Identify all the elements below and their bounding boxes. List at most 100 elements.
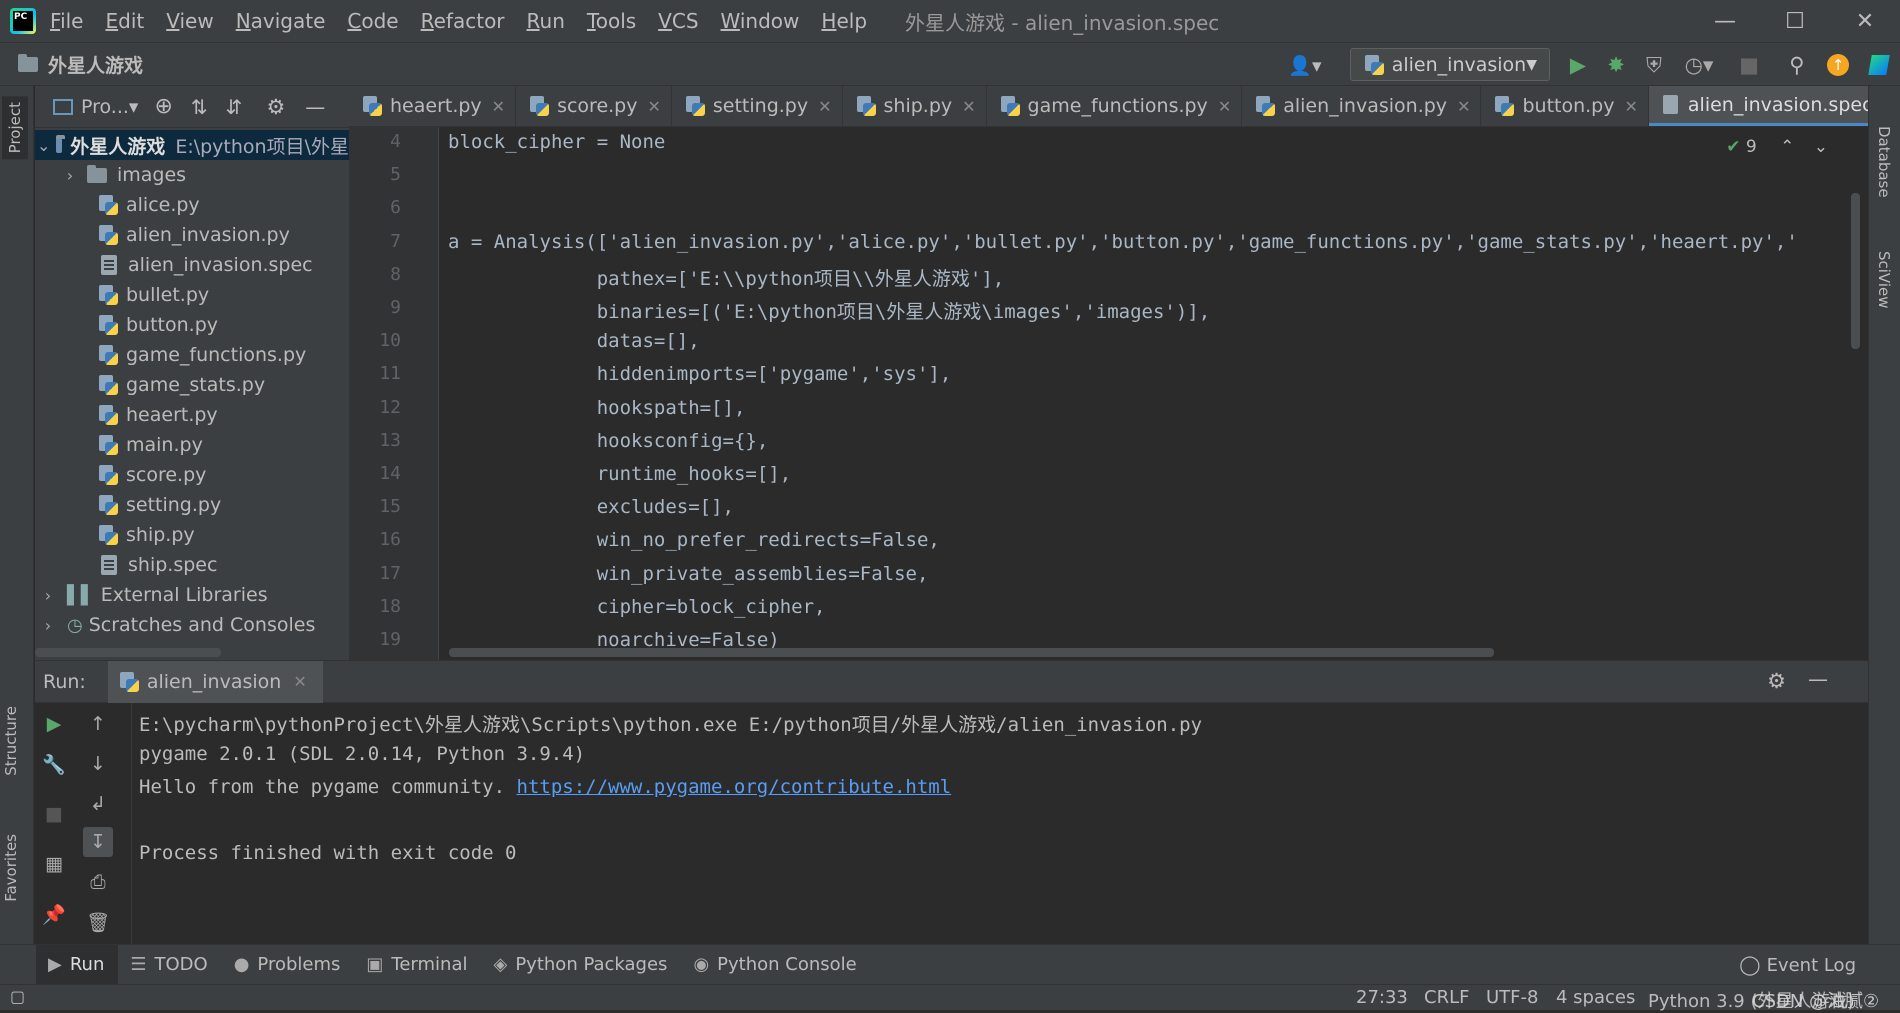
close-tab-icon[interactable]: ✕ [818,97,831,116]
chevron-right-icon[interactable]: › [37,586,59,605]
debug-icon[interactable]: ✸ [1603,52,1629,78]
menu-window[interactable]: Window [721,9,800,33]
chevron-right-icon[interactable]: › [59,166,81,185]
expand-all-icon[interactable]: ⇅ [191,95,208,119]
editor-horizontal-scrollbar[interactable] [449,648,1494,657]
locate-icon[interactable]: ⊕ [154,94,172,119]
menu-edit[interactable]: Edit [105,9,144,33]
menu-code[interactable]: Code [347,9,398,33]
stop-icon[interactable]: ■ [1736,52,1762,78]
tool-window-button[interactable]: ◉ Python Console [681,945,870,985]
tree-item[interactable]: alice.py [35,190,349,220]
collapse-all-icon[interactable]: ⇵ [226,95,243,119]
run-configuration-select[interactable]: alien_invasion ▼ [1350,48,1550,81]
favorites-tool-tab[interactable]: Favorites [2,834,20,902]
tree-external-libraries[interactable]: › ▌▌ External Libraries [35,580,349,610]
close-tab-icon[interactable]: ✕ [1624,97,1637,116]
editor-tab[interactable]: button.py ✕ [1481,86,1649,126]
file-encoding[interactable]: UTF-8 [1486,987,1538,1008]
sciview-tool-tab[interactable]: SciView [1875,251,1893,309]
tree-item[interactable]: bullet.py [35,280,349,310]
stop-icon[interactable]: ■ [39,799,69,829]
wrench-icon[interactable]: 🔧 [39,749,69,779]
close-tab-icon[interactable]: ✕ [293,672,306,691]
tree-item[interactable]: heaert.py [35,400,349,430]
menu-navigate[interactable]: Navigate [236,9,326,33]
tree-item[interactable]: score.py [35,460,349,490]
editor-tab[interactable]: setting.py ✕ [672,86,843,126]
run-tab[interactable]: alien_invasion ✕ [107,660,323,703]
tree-item[interactable]: alien_invasion.spec [35,250,349,280]
update-icon[interactable]: ↑ [1825,52,1851,78]
chevron-up-icon[interactable]: ⌃ [1780,137,1794,157]
pin-icon[interactable]: 📌 [39,899,69,929]
scroll-to-end-icon[interactable]: ↧ [83,827,113,857]
tool-window-button[interactable]: ▶ Run [36,944,119,985]
tool-window-button[interactable]: ☰ TODO [118,945,221,985]
editor-tab[interactable]: alien_invasion.py ✕ [1242,86,1482,126]
close-tab-icon[interactable]: ✕ [492,97,505,116]
minimize-icon[interactable]: — [1690,0,1760,42]
menu-help[interactable]: Help [821,9,867,33]
project-tool-tab[interactable]: Project [2,96,28,160]
rerun-icon[interactable]: ▶ [39,709,69,739]
tree-scrollbar[interactable] [35,648,221,657]
tool-window-button[interactable]: ▣ Terminal [354,945,481,985]
tree-item[interactable]: button.py [35,310,349,340]
arrow-up-icon[interactable]: ↑ [83,709,113,739]
line-separator[interactable]: CRLF [1424,987,1469,1008]
search-icon[interactable]: ⚲ [1784,52,1810,78]
profile-icon[interactable]: ◷▾ [1677,52,1721,78]
indent-setting[interactable]: 4 spaces [1556,987,1635,1008]
tree-item[interactable]: alien_invasion.py [35,220,349,250]
run-icon[interactable]: ▶ [1565,52,1591,78]
tree-item[interactable]: game_functions.py [35,340,349,370]
editor-tab[interactable]: score.py ✕ [516,86,672,126]
close-tab-icon[interactable]: ✕ [647,97,660,116]
menu-refactor[interactable]: Refactor [421,9,505,33]
tree-item[interactable]: setting.py [35,490,349,520]
tree-scratches[interactable]: › ◷ Scratches and Consoles [35,610,349,640]
close-tab-icon[interactable]: ✕ [1457,97,1470,116]
database-tool-tab[interactable]: Database [1875,126,1893,198]
editor-tab[interactable]: game_functions.py ✕ [987,86,1243,126]
tool-window-button[interactable]: ◈ Python Packages [481,945,681,985]
close-window-icon[interactable]: ✕ [1830,0,1900,42]
trash-icon[interactable]: 🗑 [83,907,113,937]
tool-window-button[interactable]: ● Problems [222,945,355,985]
gear-icon[interactable]: ⚙ [1767,669,1786,693]
tree-item[interactable]: › images [35,160,349,190]
chevron-down-icon[interactable]: ⌄ [37,136,50,155]
breadcrumb[interactable]: 外星人游戏 [48,51,143,78]
editor-tab[interactable]: ship.py ✕ [843,86,987,126]
coverage-icon[interactable]: ⛨ [1641,52,1667,78]
close-tab-icon[interactable]: ✕ [1218,97,1231,116]
user-account-icon[interactable]: 👤▾ [1285,52,1325,78]
inspection-widget[interactable]: ✔ 9 ⌃ ⌄ [1726,137,1828,157]
menu-tools[interactable]: Tools [587,9,636,33]
code-editor[interactable]: 4 5 6 7 8 9 10 11 12 13 14 15 16 17 18 19 block_cipher … [349,127,1868,660]
close-tab-icon[interactable]: ✕ [962,97,975,116]
soft-wrap-icon[interactable]: ↲ [83,789,113,819]
gear-icon[interactable]: ⚙ [266,95,285,119]
chevron-right-icon[interactable]: › [37,616,59,635]
print-icon[interactable]: ⎙ [83,867,113,897]
pygame-link[interactable]: https://www.pygame.org/contribute.html [517,776,952,798]
toggle-tool-windows-icon[interactable]: ▢ [10,987,25,1006]
tree-item[interactable]: ship.spec [35,550,349,580]
menu-view[interactable]: View [166,9,213,33]
project-view-select[interactable]: Pro...▾ [81,96,138,118]
tree-item[interactable]: game_stats.py [35,370,349,400]
editor-vertical-scrollbar[interactable] [1851,193,1860,349]
menu-file[interactable]: File [50,9,83,33]
layout-icon[interactable]: ▦ [39,849,69,879]
event-log-button[interactable]: ◯ Event Log [1739,945,1856,985]
chevron-down-icon[interactable]: ⌄ [1814,137,1828,157]
maximize-icon[interactable]: ☐ [1760,0,1830,42]
editor-tab[interactable]: heaert.py ✕ [349,86,517,126]
tree-root-folder[interactable]: ⌄ 外星人游戏 E:\python项目\外星 [35,130,349,160]
editor-tab[interactable]: alien_invasion.spec✕ [1648,86,1868,126]
arrow-down-icon[interactable]: ↓ [83,749,113,779]
hide-panel-icon[interactable]: — [305,95,325,119]
structure-tool-tab[interactable]: Structure [2,706,20,776]
